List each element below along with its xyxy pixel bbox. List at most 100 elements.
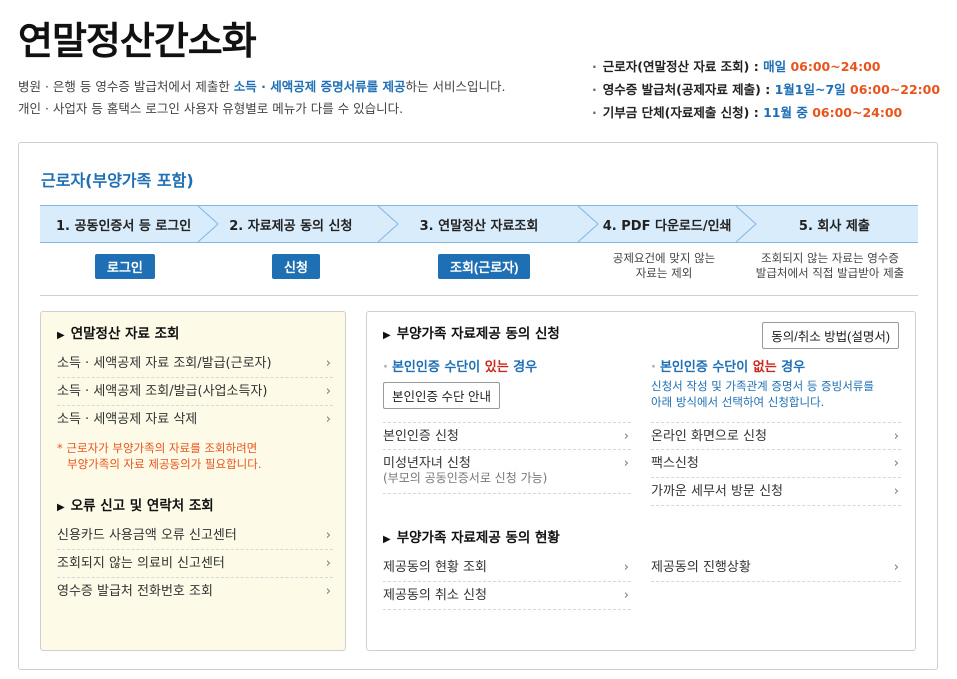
triangle-right-icon: ▶	[57, 330, 65, 341]
group-title-consent-status: ▶ 부양가족 자료제공 동의 현황	[383, 526, 560, 546]
pdf-note-line-1: 공제요건에 맞지 않는	[612, 251, 716, 265]
cond-no-highlight: 없는	[752, 360, 777, 375]
link-label: 제공동의 현황 조회	[383, 560, 487, 575]
link-label: 소득 · 세액공제 자료 삭제	[57, 412, 198, 427]
submit-note-line-2: 발급처에서 직접 발급받아 제출	[755, 266, 905, 280]
hours-label: 영수증 발급처(공제자료 제출) :	[602, 82, 775, 97]
triangle-right-icon: ▶	[57, 502, 65, 513]
hours-period: 1월1일~7일	[774, 82, 851, 97]
chevron-right-icon: ›	[623, 429, 629, 444]
chevron-right-icon: ›	[623, 588, 629, 603]
hours-row-donation: 기부금 단체(자료제출 신청) : 11월 중 06:00~24:00	[592, 101, 940, 124]
link-lookup-business[interactable]: 소득 · 세액공제 조회/발급(사업소득자) ›	[57, 378, 333, 406]
no-auth-description: 신청서 작성 및 가족관계 증명서 등 증빙서류를 아래 방식에서 선택하여 신…	[651, 378, 874, 410]
link-self-auth-apply[interactable]: 본인인증 신청 ›	[383, 422, 631, 450]
condition-no-auth: · 본인인증 수단이 없는 경우	[651, 356, 805, 375]
link-label: 조회되지 않는 의료비 신고센터	[57, 556, 225, 571]
step-arrow-2	[377, 206, 399, 242]
link-consent-progress[interactable]: 제공동의 진행상황 ›	[651, 554, 901, 582]
intro-line-2: 개인 · 사업자 등 홈택스 로그인 사용자 유형별로 메뉴가 다를 수 있습니…	[18, 101, 404, 116]
service-hours: 근로자(연말정산 자료 조회) : 매일 06:00~24:00 영수증 발급처…	[592, 55, 940, 124]
lookup-button[interactable]: 조회(근로자)	[438, 254, 531, 279]
process-steps: 1. 공동인증서 등 로그인 2. 자료제공 동의 신청 3. 연말정산 자료조…	[40, 205, 918, 243]
link-label: 영수증 발급처 전화번호 조회	[57, 584, 213, 599]
step-actions: 로그인 신청 조회(근로자) 공제요건에 맞지 않는 자료는 제외 조회되지 않…	[40, 251, 918, 295]
link-delete-data[interactable]: 소득 · 세액공제 자료 삭제 ›	[57, 406, 333, 434]
hours-row-worker: 근로자(연말정산 자료 조회) : 매일 06:00~24:00	[592, 55, 940, 78]
cond-yes-post: 경우	[508, 360, 538, 375]
intro-line-1-pre: 병원 · 은행 등 영수증 발급처에서 제출한	[18, 79, 234, 94]
link-label: 소득 · 세액공제 조회/발급(사업소득자)	[57, 384, 268, 399]
login-button[interactable]: 로그인	[95, 254, 155, 279]
link-medical-report-center[interactable]: 조회되지 않는 의료비 신고센터 ›	[57, 550, 333, 578]
warning-line-2: 부양가족의 자료 제공동의가 필요합니다.	[67, 457, 262, 471]
triangle-right-icon: ▶	[383, 330, 391, 341]
pdf-note-line-2: 자료는 제외	[635, 266, 693, 280]
submit-note-line-1: 조회되지 않는 자료는 영수증	[761, 251, 899, 265]
link-consent-cancel[interactable]: 제공동의 취소 신청 ›	[383, 582, 631, 610]
section-title: 근로자(부양가족 포함)	[41, 171, 194, 190]
chevron-right-icon: ›	[893, 484, 899, 499]
link-label: 본인인증 신청	[383, 429, 459, 444]
link-fax-apply[interactable]: 팩스신청 ›	[651, 450, 901, 478]
group-title-text: 오류 신고 및 연락처 조회	[70, 498, 214, 514]
group-title-errors: ▶ 오류 신고 및 연락처 조회	[57, 494, 214, 514]
chevron-right-icon: ›	[325, 384, 331, 399]
cond-no-pre: 본인인증 수단이	[659, 360, 753, 375]
link-label: 제공동의 취소 신청	[383, 588, 487, 603]
hours-time: 06:00~24:00	[812, 105, 903, 120]
intro-line-1-highlight: 소득 · 세액공제 증명서류를 제공	[233, 79, 406, 94]
intro-text: 병원 · 은행 등 영수증 발급처에서 제출한 소득 · 세액공제 증명서류를 …	[18, 76, 505, 120]
chevron-right-icon: ›	[623, 456, 629, 471]
group-title-text: 연말정산 자료 조회	[70, 326, 180, 342]
hours-row-issuer: 영수증 발급처(공제자료 제출) : 1월1일~7일 06:00~22:00	[592, 78, 940, 101]
submit-step-note: 조회되지 않는 자료는 영수증 발급처에서 직접 발급받아 제출	[745, 251, 915, 281]
hours-time: 06:00~24:00	[790, 59, 881, 74]
link-label: 온라인 화면으로 신청	[651, 429, 767, 444]
cond-no-post: 경우	[776, 360, 806, 375]
group-title-lookup: ▶ 연말정산 자료 조회	[57, 322, 179, 342]
divider	[40, 295, 918, 296]
hours-period: 11월 중	[763, 105, 813, 120]
chevron-right-icon: ›	[325, 356, 331, 371]
group-title-text: 부양가족 자료제공 동의 신청	[396, 326, 560, 342]
chevron-right-icon: ›	[893, 456, 899, 471]
cond-yes-pre: 본인인증 수단이	[391, 360, 485, 375]
hours-period: 매일	[763, 59, 791, 74]
link-label: 신용카드 사용금액 오류 신고센터	[57, 528, 237, 543]
group-title-text: 부양가족 자료제공 동의 현황	[396, 530, 560, 546]
auth-guide-button[interactable]: 본인인증 수단 안내	[383, 382, 500, 409]
link-card-error-center[interactable]: 신용카드 사용금액 오류 신고센터 ›	[57, 522, 333, 550]
chevron-right-icon: ›	[893, 429, 899, 444]
group-title-consent: ▶ 부양가족 자료제공 동의 신청	[383, 322, 560, 342]
link-lookup-worker[interactable]: 소득 · 세액공제 자료 조회/발급(근로자) ›	[57, 350, 333, 378]
worker-section: 근로자(부양가족 포함) 1. 공동인증서 등 로그인 2. 자료제공 동의 신…	[18, 142, 938, 670]
consent-guide-button[interactable]: 동의/취소 방법(설명서)	[762, 322, 899, 349]
link-minor-child-apply[interactable]: 미성년자녀 신청 › (부모의 공동인증서로 신청 가능)	[383, 450, 631, 494]
triangle-right-icon: ▶	[383, 534, 391, 545]
step-arrows	[197, 206, 757, 242]
link-issuer-phone-lookup[interactable]: 영수증 발급처 전화번호 조회 ›	[57, 578, 333, 606]
step-arrow-3	[577, 206, 599, 242]
link-tax-office-visit[interactable]: 가까운 세무서 방문 신청 ›	[651, 478, 901, 506]
chevron-right-icon: ›	[325, 412, 331, 427]
hours-label: 근로자(연말정산 자료 조회) :	[602, 59, 764, 74]
step-arrow-1	[197, 206, 219, 242]
intro-line-1: 병원 · 은행 등 영수증 발급처에서 제출한 소득 · 세액공제 증명서류를 …	[18, 76, 505, 98]
condition-has-auth: · 본인인증 수단이 있는 경우	[383, 356, 537, 375]
dependent-warning: * 근로자가 부양가족의 자료를 조회하려면 부양가족의 자료 제공동의가 필요…	[57, 440, 261, 472]
link-online-apply[interactable]: 온라인 화면으로 신청 ›	[651, 422, 901, 450]
intro-line-1-post: 하는 서비스입니다.	[405, 79, 506, 94]
chevron-right-icon: ›	[893, 560, 899, 575]
chevron-right-icon: ›	[325, 556, 331, 571]
minor-child-note: (부모의 공동인증서로 신청 가능)	[383, 471, 548, 485]
no-auth-desc-line-1: 신청서 작성 및 가족관계 증명서 등 증빙서류를	[651, 379, 874, 393]
bullet-dot-icon: ·	[383, 360, 388, 375]
cond-yes-highlight: 있는	[484, 360, 509, 375]
link-label: 제공동의 진행상황	[651, 560, 751, 575]
link-consent-status[interactable]: 제공동의 현황 조회 ›	[383, 554, 631, 582]
consent-apply-button[interactable]: 신청	[272, 254, 320, 279]
link-label: 소득 · 세액공제 자료 조회/발급(근로자)	[57, 356, 272, 371]
hours-time: 06:00~22:00	[850, 82, 941, 97]
chevron-right-icon: ›	[325, 584, 331, 599]
